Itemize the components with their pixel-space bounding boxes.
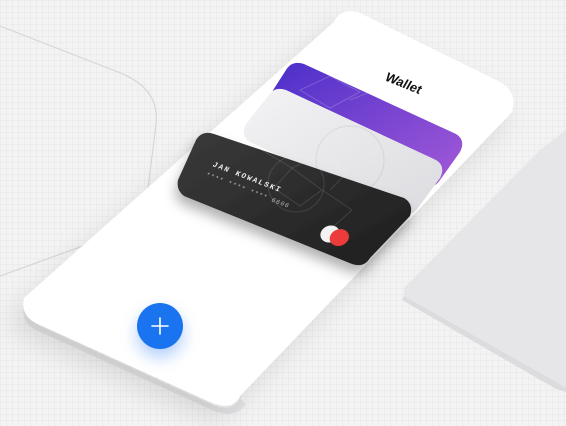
add-card-button[interactable] [137,303,183,349]
plus-icon [149,315,171,337]
wallet-scene: Wallet JAN KOWALSKI **** **** **** 6666 [23,11,514,414]
